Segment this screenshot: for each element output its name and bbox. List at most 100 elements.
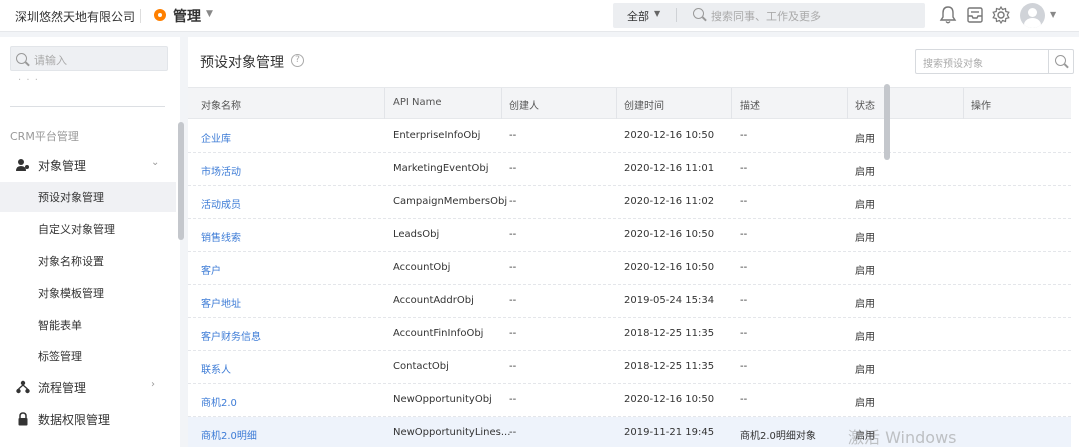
creator: -- <box>509 229 517 240</box>
description: -- <box>740 328 748 339</box>
sidebar-item-smart-forms[interactable]: 智能表单 <box>0 310 176 340</box>
sidebar-item-preset-objects[interactable]: 预设对象管理 <box>0 182 176 212</box>
column-header: API Name <box>393 97 442 108</box>
inbox-icon[interactable] <box>965 5 985 25</box>
sidebar: 请输入 · · · CRM平台管理 对象管理 ⌄ 预设对象管理 自定义对象管理 … <box>0 37 180 447</box>
table-header: 对象名称 API Name 创建人 创建时间 描述 状态 操作 <box>188 87 1071 119</box>
chevron-right-icon: › <box>151 379 155 390</box>
created-time: 2020-12-16 10:50 <box>624 394 715 405</box>
object-name-link[interactable]: 商机2.0 <box>201 394 237 409</box>
avatar[interactable] <box>1020 3 1045 28</box>
created-time: 2020-12-16 11:02 <box>624 196 715 207</box>
api-name: AccountAddrObj <box>393 295 474 306</box>
object-name-link[interactable]: 销售线索 <box>201 229 241 244</box>
table-row[interactable]: 客户 AccountObj -- 2020-12-16 10:50 -- 启用 <box>188 252 1071 285</box>
main-panel: 预设对象管理 ? 搜索预设对象 对象名称 API Name 创建人 创建时间 描… <box>188 37 1079 447</box>
sidebar-group-label: 对象管理 <box>38 159 87 173</box>
object-name-link[interactable]: 市场活动 <box>201 163 241 178</box>
table-scrollbar[interactable] <box>884 84 890 160</box>
column-divider <box>963 88 964 119</box>
api-name: CampaignMembersObj <box>393 196 508 207</box>
api-name: AccountFinInfoObj <box>393 328 484 339</box>
module-title[interactable]: 管理 <box>173 6 201 26</box>
status: 启用 <box>855 266 875 277</box>
object-name-link[interactable]: 活动成员 <box>201 196 241 211</box>
sidebar-item-label: 智能表单 <box>38 319 82 332</box>
column-header: 描述 <box>740 101 760 112</box>
chevron-down-icon: ⌄ <box>151 157 160 168</box>
created-time: 2019-11-21 19:45 <box>624 427 715 438</box>
table-row[interactable]: 客户财务信息 AccountFinInfoObj -- 2018-12-25 11:3… <box>188 318 1071 351</box>
status: 启用 <box>855 134 875 145</box>
creator: -- <box>509 130 517 141</box>
search-icon[interactable] <box>693 8 704 19</box>
sidebar-item-label: 对象名称设置 <box>38 255 104 268</box>
object-name-link[interactable]: 联系人 <box>201 361 231 376</box>
created-time: 2020-12-16 10:50 <box>624 229 715 240</box>
object-name-link[interactable]: 客户 <box>201 262 221 277</box>
sidebar-item-object-names[interactable]: 对象名称设置 <box>0 246 176 276</box>
column-divider <box>847 88 848 119</box>
sidebar-item-tags[interactable]: 标签管理 <box>0 341 176 371</box>
creator: -- <box>509 394 517 405</box>
description: -- <box>740 163 748 174</box>
object-name-link[interactable]: 商机2.0明细 <box>201 427 257 442</box>
description: -- <box>740 295 748 306</box>
api-name: EnterpriseInfoObj <box>393 130 481 141</box>
sidebar-item-custom-objects[interactable]: 自定义对象管理 <box>0 214 176 244</box>
status: 启用 <box>855 365 875 376</box>
chevron-down-icon[interactable]: ▼ <box>1050 10 1056 19</box>
column-divider <box>384 88 385 119</box>
search-icon[interactable] <box>1055 55 1066 66</box>
creator: -- <box>509 328 517 339</box>
divider <box>676 8 677 22</box>
search-scope-select[interactable]: 全部 <box>627 8 649 24</box>
created-time: 2020-12-16 10:50 <box>624 130 715 141</box>
created-time: 2020-12-16 11:01 <box>624 163 715 174</box>
sidebar-group-label: 数据权限管理 <box>38 413 111 427</box>
status: 启用 <box>855 299 875 310</box>
global-search-input[interactable]: 搜索同事、工作及更多 <box>711 8 821 24</box>
divider <box>10 106 165 107</box>
bell-icon[interactable] <box>938 5 958 25</box>
sidebar-group-data-permissions[interactable]: 数据权限管理 <box>0 405 180 433</box>
company-name[interactable]: 深圳悠然天地有限公司 <box>15 8 135 25</box>
sidebar-group-process-management[interactable]: 流程管理 › <box>0 373 180 401</box>
object-search-input[interactable]: 搜索预设对象 <box>923 55 983 70</box>
table-row[interactable]: 商机2.0 NewOpportunityObj -- 2020-12-16 10:50… <box>188 384 1071 417</box>
chevron-down-icon[interactable]: ▼ <box>206 9 213 19</box>
sidebar-search-input[interactable]: 请输入 <box>34 52 67 68</box>
flow-icon <box>16 380 30 394</box>
top-bar: 深圳悠然天地有限公司 管理 ▼ 全部 ▼ 搜索同事、工作及更多 ▼ <box>0 0 1079 32</box>
help-icon[interactable]: ? <box>291 54 304 67</box>
object-name-link[interactable]: 企业库 <box>201 130 231 145</box>
column-header: 创建时间 <box>624 101 664 112</box>
created-time: 2018-12-25 11:35 <box>624 361 715 372</box>
api-name: NewOpportunityLines... <box>393 427 511 438</box>
gear-icon[interactable] <box>991 5 1011 25</box>
chevron-down-icon[interactable]: ▼ <box>654 9 660 18</box>
table-row[interactable]: 企业库 EnterpriseInfoObj -- 2020-12-16 10:50 --… <box>188 120 1071 153</box>
table-row[interactable]: 客户地址 AccountAddrObj -- 2019-05-24 15:34 -- 启用 <box>188 285 1071 318</box>
table-row[interactable]: 活动成员 CampaignMembersObj -- 2020-12-16 11:02… <box>188 186 1071 219</box>
sidebar-item-label: 对象模板管理 <box>38 287 104 300</box>
table-row[interactable]: 市场活动 MarketingEventObj -- 2020-12-16 11:01 -… <box>188 153 1071 186</box>
sidebar-scrollbar[interactable] <box>178 122 184 240</box>
sidebar-item-object-templates[interactable]: 对象模板管理 <box>0 278 176 308</box>
sidebar-group-object-management[interactable]: 对象管理 ⌄ <box>0 151 180 179</box>
sidebar-section-title: CRM平台管理 <box>10 130 79 143</box>
column-divider <box>501 88 502 119</box>
column-header: 状态 <box>855 101 875 112</box>
table-row[interactable]: 销售线索 LeadsObj -- 2020-12-16 10:50 -- 启用 <box>188 219 1071 252</box>
creator: -- <box>509 361 517 372</box>
creator: -- <box>509 427 517 438</box>
object-name-link[interactable]: 客户地址 <box>201 295 241 310</box>
status: 启用 <box>855 167 875 178</box>
table-row[interactable]: 联系人 ContactObj -- 2018-12-25 11:35 -- 启用 <box>188 351 1071 384</box>
column-header: 创建人 <box>509 101 539 112</box>
api-name: NewOpportunityObj <box>393 394 492 405</box>
column-header: 对象名称 <box>201 101 241 112</box>
object-name-link[interactable]: 客户财务信息 <box>201 328 261 343</box>
creator: -- <box>509 295 517 306</box>
sidebar-item-label: 预设对象管理 <box>38 191 104 204</box>
